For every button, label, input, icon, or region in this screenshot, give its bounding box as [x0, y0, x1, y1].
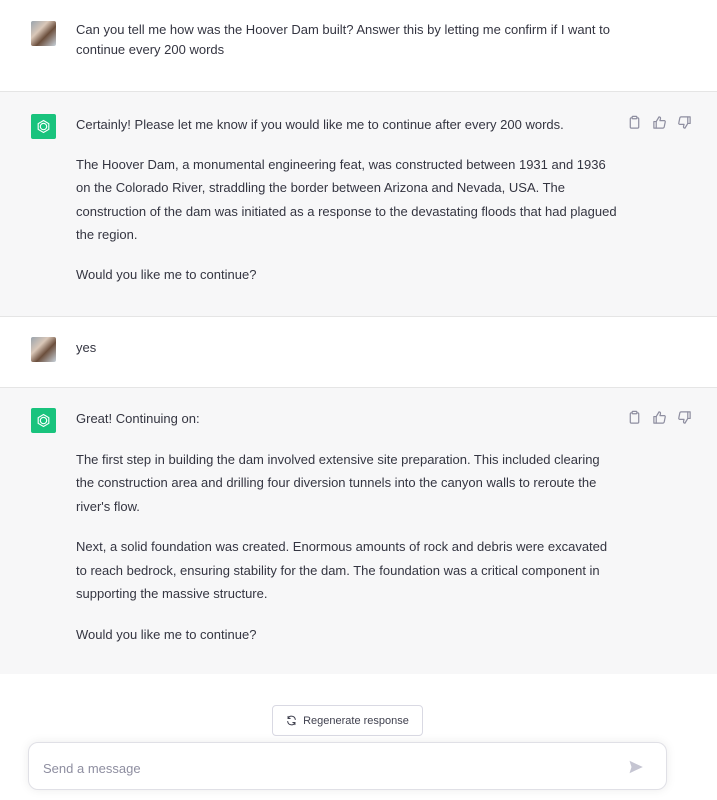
message-actions [627, 115, 692, 130]
paragraph: Would you like me to continue? [76, 266, 257, 282]
message-text: Certainly! Please let me know if you wou… [76, 113, 621, 286]
assistant-avatar [31, 114, 56, 139]
assistant-message-1: Certainly! Please let me know if you wou… [0, 91, 717, 316]
message-text: yes [76, 336, 621, 360]
thumbs-down-icon[interactable] [677, 410, 692, 425]
paragraph: Great! Continuing on: [76, 411, 200, 426]
paragraph: The first step in building the dam invol… [76, 451, 600, 514]
paragraph: Would you like me to continue? [76, 626, 257, 642]
paragraph: Can you tell me how was the Hoover Dam b… [76, 22, 610, 57]
user-avatar [31, 337, 56, 362]
regenerate-label: Regenerate response [303, 714, 409, 727]
thumbs-down-icon[interactable] [677, 115, 692, 130]
thumbs-up-icon[interactable] [652, 410, 667, 425]
refresh-icon [287, 715, 296, 726]
user-message-2: yes [0, 316, 717, 387]
paragraph: yes [76, 340, 97, 355]
paragraph: Certainly! Please let me know if you wou… [76, 117, 564, 132]
message-actions [627, 410, 692, 425]
user-avatar [31, 21, 56, 46]
message-input[interactable] [41, 755, 625, 781]
openai-logo-icon [37, 413, 50, 428]
openai-logo-icon [37, 119, 50, 134]
paragraph: The Hoover Dam, a monumental engineering… [76, 156, 617, 243]
copy-icon[interactable] [627, 115, 642, 130]
message-text: Can you tell me how was the Hoover Dam b… [76, 20, 621, 60]
paragraph: Next, a solid foundation was created. En… [76, 539, 608, 601]
assistant-avatar [31, 408, 56, 433]
thumbs-up-icon[interactable] [652, 115, 667, 130]
assistant-message-2: Great! Continuing on: The first step in … [0, 387, 717, 674]
copy-icon[interactable] [627, 410, 642, 425]
send-icon[interactable] [628, 759, 644, 775]
message-text: Great! Continuing on: The first step in … [76, 407, 621, 646]
regenerate-button[interactable]: Regenerate response [272, 705, 423, 736]
user-message-1: Can you tell me how was the Hoover Dam b… [0, 0, 717, 91]
message-composer [28, 742, 667, 790]
